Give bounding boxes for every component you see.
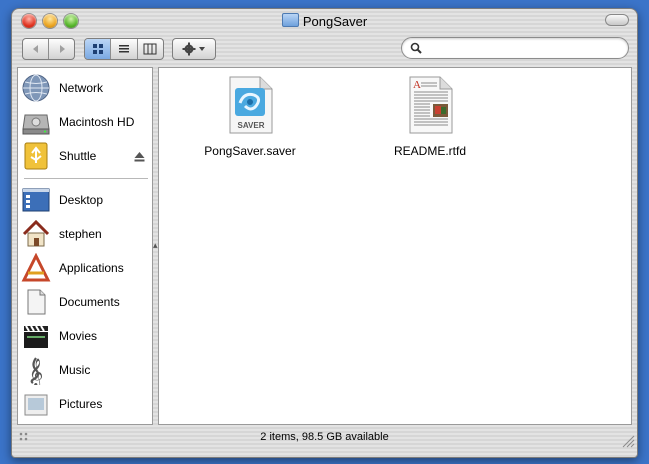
sidebar-item-pictures[interactable]: Pictures [21,388,149,420]
back-arrow-icon [32,45,38,53]
status-text: 2 items, 98.5 GB available [260,431,389,443]
applications-icon [21,252,51,283]
file-item-pongsaver[interactable]: SAVER PongSaver.saver [175,76,325,158]
sidebar-item-network[interactable]: Network [21,72,149,104]
search-icon [410,42,422,54]
back-button[interactable] [23,39,48,59]
status-bar: 2 items, 98.5 GB available [12,427,637,457]
navigation-buttons [22,38,75,60]
sidebar: Network Macintosh HD Shuttle Desktop ste… [17,67,153,425]
action-menu-button[interactable] [172,38,216,60]
sidebar-item-macintosh-hd[interactable]: Macintosh HD [21,106,149,138]
toolbar-toggle-button[interactable] [605,14,629,26]
file-name: PongSaver.saver [204,144,296,158]
sidebar-item-label: Applications [59,261,124,275]
gear-icon [182,42,196,56]
forward-arrow-icon [59,45,65,53]
forward-button[interactable] [48,39,74,59]
sidebar-item-label: Movies [59,329,98,343]
eject-icon[interactable] [134,152,145,162]
finder-window: PongSaver Network Macintosh HD Shuttle D… [11,8,638,458]
sidebar-item-desktop[interactable]: Desktop [21,184,149,216]
documents-icon [21,287,51,317]
sidebar-item-label: Network [59,81,104,95]
usb-drive-icon [21,141,51,171]
title-bar[interactable]: PongSaver [12,9,637,33]
sidebar-item-label: Music [59,363,91,377]
sidebar-item-label: Shuttle [59,149,97,163]
icon-view-icon [92,44,103,54]
sidebar-item-label: Documents [59,295,120,309]
sidebar-divider [24,178,148,179]
sidebar-item-label: Desktop [59,193,104,207]
sidebar-item-label: Pictures [59,397,103,411]
sidebar-item-stephen[interactable]: stephen [21,218,149,250]
file-name: README.rtfd [393,144,466,158]
desktop-icon [21,185,51,215]
sidebar-item-label: Macintosh HD [59,115,135,129]
window-resize-handle-icon[interactable] [621,434,635,448]
action-menu[interactable] [173,39,215,59]
network-globe-icon [21,73,51,103]
toolbar [12,33,637,67]
splitter-handle-icon: ▴ [153,240,158,250]
sidebar-item-label: stephen [59,227,102,241]
search-field[interactable] [401,37,629,59]
column-view-button[interactable] [136,39,163,59]
chevron-down-icon [199,47,205,51]
hard-drive-icon [21,107,51,137]
list-view-icon [118,45,129,53]
sidebar-item-movies[interactable]: Movies [21,320,149,352]
file-browser-area: SAVER PongSaver.saver A README.rtfd [158,67,632,425]
icon-view-button[interactable] [85,39,111,59]
movies-clapper-icon [21,321,51,351]
sidebar-item-applications[interactable]: Applications [21,252,149,284]
music-clef-icon: 𝄞 [21,355,51,387]
pictures-icon [21,389,51,419]
sidebar-item-documents[interactable]: Documents [21,286,149,318]
search-input[interactable] [426,40,620,57]
sidebar-item-music[interactable]: 𝄞 Music [21,354,149,387]
saver-badge: SAVER [238,121,265,130]
view-mode-buttons [84,38,164,60]
rtfd-document-icon: A [409,76,453,134]
window-title-area: PongSaver [12,13,637,29]
window-title: PongSaver [302,14,368,29]
folder-icon [281,13,299,27]
sidebar-item-shuttle[interactable]: Shuttle [21,140,149,172]
column-view-icon [143,43,157,55]
home-icon [21,219,51,249]
svg-text:A: A [413,79,421,91]
screensaver-file-icon: SAVER [229,76,273,134]
list-view-button[interactable] [110,39,136,59]
file-item-readme[interactable]: A README.rtfd [355,76,505,158]
